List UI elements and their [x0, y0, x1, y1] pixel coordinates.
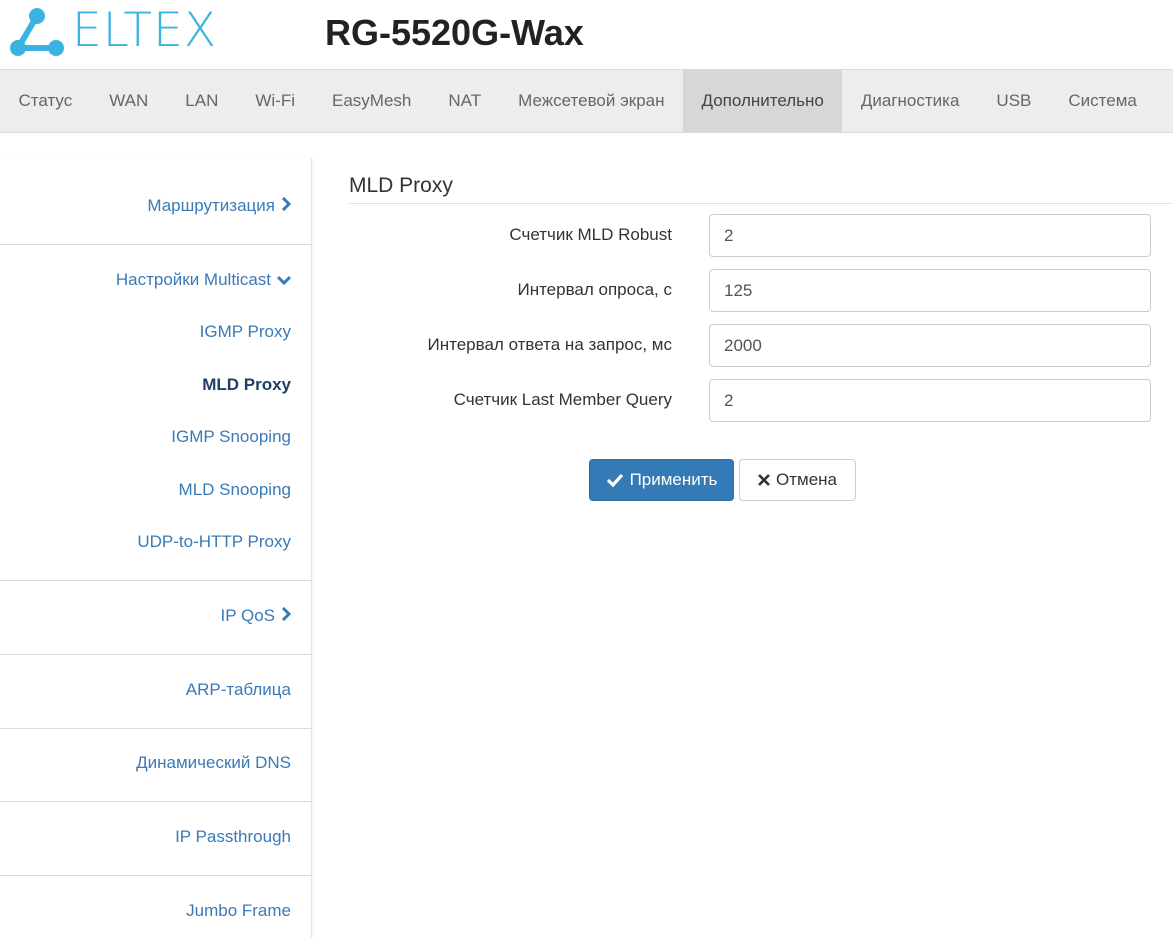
sidebar-divider — [0, 728, 311, 729]
chevron-down-icon — [276, 272, 292, 289]
cancel-button[interactable]: Отмена — [739, 459, 856, 501]
tab-firewall[interactable]: Межсетевой экран — [500, 70, 683, 132]
response-interval-input[interactable] — [709, 324, 1151, 367]
tab-system[interactable]: Система — [1050, 70, 1155, 132]
sidebar-item-multicast[interactable]: Настройки Multicast — [0, 270, 311, 290]
sidebar-item-ip-passthrough[interactable]: IP Passthrough — [0, 827, 311, 847]
tab-wan[interactable]: WAN — [91, 70, 167, 132]
header: ELTEX RG-5520G-Wax — [0, 0, 1173, 69]
tab-wifi[interactable]: Wi-Fi — [237, 70, 314, 132]
sidebar-divider — [0, 244, 311, 245]
sidebar: Маршрутизация Настройки Multicast IGMP P… — [0, 158, 312, 938]
sidebar-item-mld-proxy[interactable]: MLD Proxy — [0, 375, 311, 395]
response-interval-label: Интервал ответа на запрос, мс — [427, 335, 672, 354]
cancel-button-label: Отмена — [776, 470, 837, 489]
sidebar-item-mld-snooping[interactable]: MLD Snooping — [0, 480, 311, 500]
apply-button[interactable]: Применить — [589, 459, 734, 501]
sidebar-item-igmp-proxy[interactable]: IGMP Proxy — [0, 322, 311, 342]
logo-text: ELTEX — [72, 3, 218, 58]
sidebar-item-routing[interactable]: Маршрутизация — [0, 196, 311, 216]
last-member-query-input[interactable] — [709, 379, 1151, 422]
form-row-mld-robust: Счетчик MLD Robust — [349, 214, 1173, 258]
sidebar-divider — [0, 580, 311, 581]
chevron-right-icon — [281, 606, 292, 625]
sidebar-item-dynamic-dns[interactable]: Динамический DNS — [0, 753, 311, 773]
sidebar-item-arp-table[interactable]: ARP-таблица — [0, 680, 311, 700]
mld-robust-label: Счетчик MLD Robust — [509, 225, 672, 244]
device-model: RG-5520G-Wax — [325, 12, 584, 53]
eltex-logo[interactable]: ELTEX — [8, 5, 248, 57]
sidebar-item-label: IP QoS — [220, 606, 276, 625]
form-row-response-interval: Интервал ответа на запрос, мс — [349, 324, 1173, 368]
tab-easymesh[interactable]: EasyMesh — [314, 70, 430, 132]
eltex-network-icon — [10, 8, 64, 56]
tab-diagnostics[interactable]: Диагностика — [842, 70, 978, 132]
close-icon — [758, 474, 770, 486]
form-row-query-interval: Интервал опроса, с — [349, 269, 1173, 313]
check-icon — [606, 473, 624, 487]
tab-lan[interactable]: LAN — [167, 70, 237, 132]
query-interval-input[interactable] — [709, 269, 1151, 312]
sidebar-item-ip-qos[interactable]: IP QoS — [0, 606, 311, 626]
mld-robust-input[interactable] — [709, 214, 1151, 257]
tab-status[interactable]: Статус — [0, 70, 91, 132]
sidebar-item-udp-to-http-proxy[interactable]: UDP-to-HTTP Proxy — [0, 532, 311, 552]
sidebar-item-igmp-snooping[interactable]: IGMP Snooping — [0, 427, 311, 447]
tab-usb[interactable]: USB — [978, 70, 1050, 132]
sidebar-item-jumbo-frame[interactable]: Jumbo Frame — [0, 901, 311, 921]
apply-button-label: Применить — [629, 470, 718, 489]
tab-advanced[interactable]: Дополнительно — [683, 70, 843, 132]
page-title: MLD Proxy — [349, 174, 453, 197]
tab-nat[interactable]: NAT — [430, 70, 500, 132]
top-nav: Статус WAN LAN Wi-Fi EasyMesh NAT Межсет… — [0, 69, 1173, 133]
sidebar-divider — [0, 654, 311, 655]
form-row-last-member-query: Счетчик Last Member Query — [349, 379, 1173, 423]
chevron-right-icon — [281, 196, 292, 215]
sidebar-item-label: Маршрутизация — [147, 196, 275, 215]
query-interval-label: Интервал опроса, с — [517, 280, 672, 299]
last-member-query-label: Счетчик Last Member Query — [453, 390, 672, 409]
sidebar-item-label: Настройки Multicast — [115, 270, 271, 289]
sidebar-divider — [0, 801, 311, 802]
title-divider — [349, 203, 1173, 204]
sidebar-divider — [0, 875, 311, 876]
